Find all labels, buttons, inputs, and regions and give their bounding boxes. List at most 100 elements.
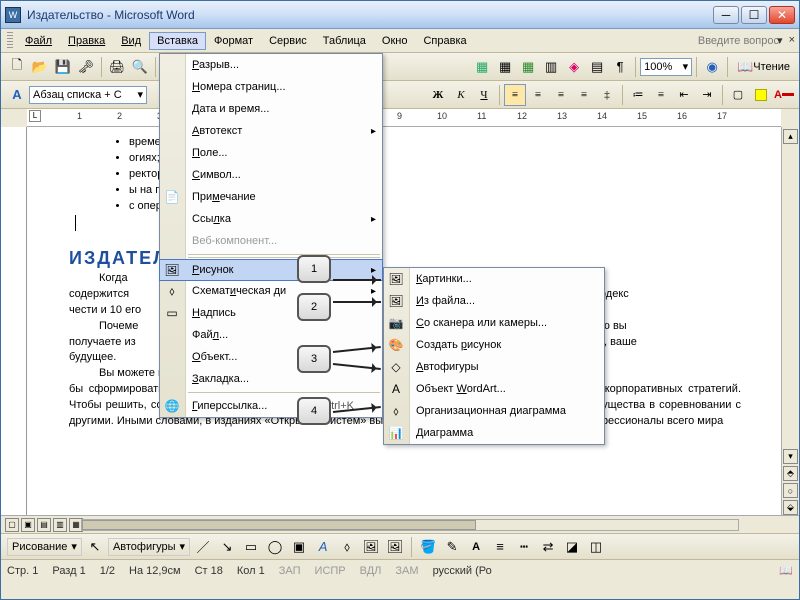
align-center-button[interactable]: ≡ [527,84,549,106]
menu-window[interactable]: Окно [374,32,416,50]
preview-button[interactable]: 🔍 [129,56,151,78]
horizontal-ruler[interactable]: L 1234567891011121314151617 [27,109,781,127]
rectangle-tool[interactable]: ▭ [240,536,262,558]
menu-format[interactable]: Формат [206,32,261,50]
zoom-combo[interactable]: 100%▾ [640,58,692,76]
3d-button[interactable]: ◫ [585,536,607,558]
fill-color-button[interactable]: 🪣 [417,536,439,558]
font-color-button[interactable]: A [773,84,795,106]
picture-tool[interactable]: 🖼 [384,536,406,558]
arrow-style-button[interactable]: ⇄ [537,536,559,558]
insert-menu-item[interactable]: Автотекст▸ [160,120,382,142]
insert-menu-item[interactable]: Веб-компонент... [160,230,382,252]
select-objects-button[interactable]: ↖ [84,536,106,558]
insert-menu-item[interactable]: ⬨Схематическая ди▸ [160,280,382,302]
underline-button[interactable]: Ч [473,84,495,106]
minimize-button[interactable]: ─ [713,6,739,24]
insert-menu-item[interactable]: Разрыв... [160,54,382,76]
line-tool[interactable]: ／ [192,536,214,558]
insert-menu-item[interactable]: 🌐Гиперссылка...Ctrl+K [160,395,382,417]
font-color-draw-button[interactable]: A [465,536,487,558]
status-ovr[interactable]: ЗАМ [395,565,418,577]
picture-menu-item[interactable]: 📷Со сканера или камеры... [384,312,604,334]
wordart-tool[interactable]: A [312,536,334,558]
mdi-restore-icon[interactable]: ▾ [777,34,783,47]
insert-menu-item[interactable]: Поле... [160,142,382,164]
line-spacing-button[interactable]: ‡ [596,84,618,106]
menu-edit[interactable]: Правка [60,32,113,50]
new-doc-button[interactable]: 🗋 [6,56,28,78]
dash-style-button[interactable]: ┅ [513,536,535,558]
styles-pane-button[interactable]: A [6,84,28,106]
insert-menu-item[interactable]: ▭Надпись [160,302,382,324]
diagram-tool[interactable]: ⬨ [336,536,358,558]
insert-menu-item[interactable]: Закладка... [160,368,382,390]
browse-object-button[interactable]: ○ [783,483,798,498]
insert-menu-item[interactable]: Номера страниц... [160,76,382,98]
shadow-button[interactable]: ◪ [561,536,583,558]
bold-button[interactable]: Ж [427,84,449,106]
picture-menu-item[interactable]: 🖼Из файла... [384,290,604,312]
status-lang[interactable]: русский (Ро [433,565,492,577]
insert-menu-item[interactable]: Ссылка▸ [160,208,382,230]
columns-button[interactable]: ▥ [540,56,562,78]
arrow-tool[interactable]: ↘ [216,536,238,558]
insert-menu-item[interactable]: 📄Примечание [160,186,382,208]
scroll-down-button[interactable]: ▾ [783,449,798,464]
prev-page-button[interactable]: ⬘ [783,466,798,481]
view-print-button[interactable]: ▤ [37,518,51,532]
tab-selector[interactable]: L [29,110,41,122]
menu-table[interactable]: Таблица [315,32,374,50]
menu-tools[interactable]: Сервис [261,32,315,50]
excel-button[interactable]: ▦ [517,56,539,78]
picture-menu-item[interactable]: AОбъект WordArt... [384,378,604,400]
tables-button[interactable]: ▦ [471,56,493,78]
ask-question-box[interactable]: Введите вопрос [698,35,779,47]
save-button[interactable]: 💾 [52,56,74,78]
align-right-button[interactable]: ≡ [550,84,572,106]
insert-table-button[interactable]: ▦ [494,56,516,78]
view-web-button[interactable]: ▣ [21,518,35,532]
picture-menu-item[interactable]: 📊Диаграмма [384,422,604,444]
vertical-ruler[interactable] [1,127,27,515]
read-mode-button[interactable]: 📖 Чтение [732,56,795,78]
insert-menu-item[interactable]: Файл... [160,324,382,346]
border-button[interactable]: ▢ [727,84,749,106]
drawing-menu[interactable]: Рисование▾ [7,538,82,556]
insert-menu-item[interactable]: Символ... [160,164,382,186]
scroll-up-button[interactable]: ▴ [783,129,798,144]
picture-menu-item[interactable]: ⬨Организационная диаграмма [384,400,604,422]
style-combo[interactable]: Абзац списка + С▾ [29,86,147,104]
menubar-grip[interactable] [7,32,13,50]
menu-view[interactable]: Вид [113,32,149,50]
status-track[interactable]: ИСПР [315,565,346,577]
indent-button[interactable]: ⇥ [696,84,718,106]
view-outline-button[interactable]: ▥ [53,518,67,532]
clipart-tool[interactable]: 🖼 [360,536,382,558]
status-spellcheck-icon[interactable]: 📖 [779,564,793,577]
picture-menu-item[interactable]: 🎨Создать рисунок [384,334,604,356]
next-page-button[interactable]: ⬙ [783,500,798,515]
autoshapes-menu[interactable]: Автофигуры▾ [108,538,190,556]
help-button[interactable]: ◉ [701,56,723,78]
close-button[interactable]: ✕ [769,6,795,24]
picture-menu-item[interactable]: 🖼Картинки... [384,268,604,290]
status-rec[interactable]: ЗАП [279,565,301,577]
view-normal-button[interactable]: ▢ [5,518,19,532]
numbered-list-button[interactable]: ≔ [627,84,649,106]
vertical-scrollbar[interactable]: ▴ ▾ ⬘ ○ ⬙ [781,127,799,515]
oval-tool[interactable]: ◯ [264,536,286,558]
menu-help[interactable]: Справка [415,32,474,50]
drawing-toggle[interactable]: ◈ [563,56,585,78]
mdi-close-icon[interactable]: × [789,34,795,47]
menu-file[interactable]: Файл [17,32,60,50]
picture-menu-item[interactable]: ◇Автофигуры [384,356,604,378]
open-button[interactable]: 📂 [29,56,51,78]
align-left-button[interactable]: ≡ [504,84,526,106]
horizontal-scrollbar[interactable] [81,519,739,531]
status-ext[interactable]: ВДЛ [360,565,382,577]
insert-menu-item[interactable]: Дата и время... [160,98,382,120]
hscroll-thumb[interactable] [82,520,476,530]
italic-button[interactable]: К [450,84,472,106]
insert-menu-item[interactable]: 🖼Рисунок▸ [159,259,383,281]
